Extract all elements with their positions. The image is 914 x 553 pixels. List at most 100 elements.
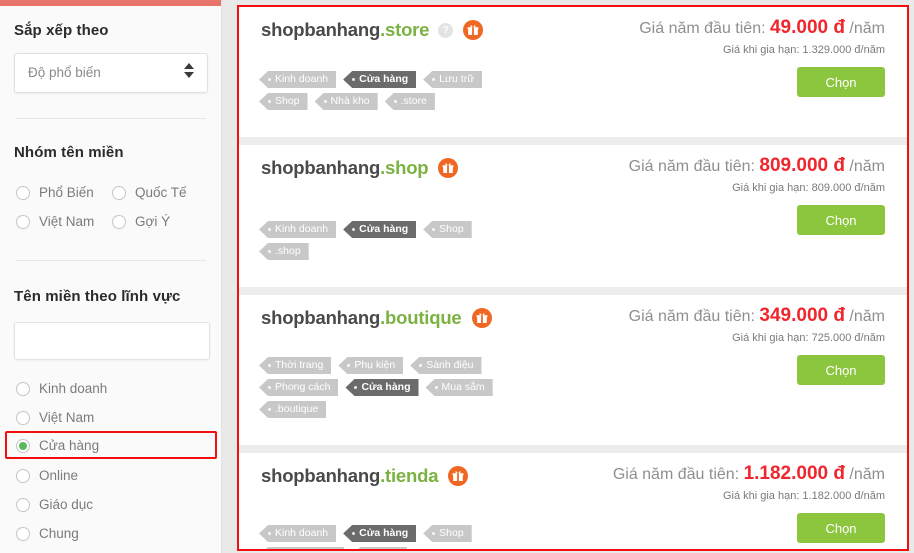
- first-year-price-amount: 349.000 đ: [759, 305, 845, 326]
- domain-tag-row: Shop Nhà kho .store: [259, 93, 489, 110]
- domain-tag-group: Kinh doanh Cửa hàng Shop .shop: [259, 221, 479, 265]
- gift-icon: [476, 313, 487, 323]
- domain-tag-active[interactable]: Cửa hàng: [343, 525, 417, 542]
- domain-result-card: shopbanhang .store? Kinh doanh Cửa hàng Lưu …: [239, 7, 907, 137]
- renewal-price: Giá khi gia hạn: 1.329.000 đ/năm: [722, 44, 885, 56]
- radio-circle[interactable]: [16, 468, 30, 483]
- group-radio-viet-nam[interactable]: Việt Nam: [16, 214, 94, 229]
- first-year-price-label: Giá năm đầu tiên:: [639, 20, 770, 37]
- domain-tag[interactable]: Sành điệu: [410, 357, 482, 374]
- radio-circle[interactable]: [16, 410, 30, 425]
- domain-result-card: shopbanhang .shop Kinh doanh Cửa hàng Shop .s…: [239, 145, 907, 287]
- gift-icon: [452, 471, 464, 481]
- field-radio-label: Chung: [39, 526, 79, 541]
- field-radio-label: Kinh doanh: [39, 381, 108, 396]
- sort-section-heading: Sắp xếp theo: [14, 22, 109, 39]
- price-block: Giá năm đầu tiên: 809.000 đ /năm Giá khi …: [629, 155, 885, 194]
- domain-tag-active[interactable]: Cửa hàng: [343, 71, 417, 88]
- gift-icon: [467, 25, 479, 35]
- domain-tag[interactable]: Thời trang: [259, 357, 332, 374]
- domain-tag[interactable]: Phụ kiện: [338, 357, 404, 374]
- field-radio-chung[interactable]: Chung: [16, 526, 79, 541]
- domain-tag[interactable]: Phong cách: [259, 379, 339, 396]
- domain-tag[interactable]: Kinh doanh: [259, 221, 337, 238]
- choose-domain-button[interactable]: Chọn: [797, 355, 885, 385]
- domain-tag[interactable]: .shop: [259, 243, 309, 260]
- field-radio-viet-nam[interactable]: Việt Nam: [16, 410, 94, 425]
- domain-sld: shopbanhang: [261, 465, 381, 486]
- group-section-heading: Nhóm tên miền: [14, 144, 124, 161]
- field-radio-label: Việt Nam: [39, 410, 95, 425]
- domain-tag[interactable]: .boutique: [259, 401, 327, 418]
- choose-domain-button[interactable]: Chọn: [797, 67, 885, 97]
- first-year-price-label: Giá năm đầu tiên:: [628, 158, 760, 175]
- price-per-suffix: /năm: [844, 308, 885, 325]
- domain-sld: shopbanhang: [261, 19, 381, 40]
- sidebar-top-accent-bar: [0, 0, 221, 6]
- gift-icon[interactable]: [448, 466, 469, 486]
- choose-domain-button[interactable]: Chọn: [797, 513, 885, 543]
- first-year-price: Giá năm đầu tiên: 809.000 đ /năm: [629, 155, 885, 177]
- first-year-price-amount: 49.000 đ: [769, 17, 845, 38]
- domain-tag-group: Kinh doanh Cửa hàng Shop Tây Ban Nha .tienda: [259, 525, 479, 549]
- field-radio-online[interactable]: Online: [16, 468, 78, 483]
- domain-tag[interactable]: Tây Ban Nha: [259, 547, 345, 549]
- sort-select-value: Độ phổ biến: [28, 65, 101, 80]
- domain-tag[interactable]: Mua sắm: [425, 379, 493, 396]
- gift-icon[interactable]: [438, 158, 459, 178]
- domain-tag[interactable]: Shop: [423, 525, 472, 542]
- domain-results-annotation-box: shopbanhang .store? Kinh doanh Cửa hàng Lưu …: [237, 5, 909, 551]
- domain-name-row: shopbanhang .boutique: [261, 307, 492, 329]
- domain-name-row: shopbanhang .store?: [261, 19, 484, 41]
- radio-circle[interactable]: [16, 214, 30, 229]
- sort-select[interactable]: Độ phổ biến: [14, 53, 208, 93]
- domain-tld: .tienda: [380, 465, 439, 486]
- help-circle-icon[interactable]: ?: [438, 22, 454, 38]
- radio-circle[interactable]: [112, 185, 126, 200]
- group-radio-label: Quốc Tế: [135, 185, 187, 200]
- field-radio-kinh-doanh[interactable]: Kinh doanh: [16, 381, 107, 396]
- price-block: Giá năm đầu tiên: 349.000 đ /năm Giá khi …: [629, 305, 885, 344]
- renewal-price: Giá khi gia hạn: 809.000 đ/năm: [732, 182, 885, 194]
- radio-circle[interactable]: [16, 497, 30, 512]
- field-search-box: [14, 322, 210, 360]
- group-radio-goi-y[interactable]: Gợi Ý: [112, 214, 170, 229]
- gift-icon[interactable]: [463, 20, 484, 40]
- field-search-input[interactable]: [15, 323, 209, 359]
- group-radio-pho-bien[interactable]: Phổ Biến: [16, 185, 94, 200]
- radio-circle[interactable]: [16, 526, 30, 541]
- field-radio-cua-hang[interactable]: Cửa hàng: [16, 438, 99, 453]
- gift-icon[interactable]: [471, 308, 492, 328]
- radio-circle[interactable]: [16, 185, 30, 200]
- choose-domain-button[interactable]: Chọn: [797, 205, 885, 235]
- updown-spinner-icon[interactable]: [183, 63, 195, 85]
- first-year-price-amount: 809.000 đ: [759, 155, 845, 176]
- first-year-price: Giá năm đầu tiên: 1.182.000 đ /năm: [613, 463, 885, 485]
- domain-tag[interactable]: Lưu trữ: [423, 71, 483, 88]
- domain-tag-active[interactable]: Cửa hàng: [343, 221, 417, 238]
- domain-result-card: shopbanhang .boutique Thời trang Phụ kiện Sà…: [239, 295, 907, 445]
- domain-tag[interactable]: Kinh doanh: [259, 525, 337, 542]
- domain-tag[interactable]: Shop: [259, 93, 308, 110]
- domain-tag-group: Thời trang Phụ kiện Sành điệu Phong cách Cửa…: [259, 357, 500, 423]
- domain-tag[interactable]: Shop: [423, 221, 472, 238]
- domain-tag[interactable]: Kinh doanh: [259, 71, 337, 88]
- group-radio-label: Phổ Biến: [39, 185, 94, 200]
- domain-tag[interactable]: .store: [384, 93, 435, 110]
- domain-tag-row: Kinh doanh Cửa hàng Lưu trữ: [259, 71, 489, 88]
- sidebar-divider: [16, 260, 206, 261]
- domain-tag-active[interactable]: Cửa hàng: [345, 379, 419, 396]
- domain-tag-row: Tây Ban Nha .tienda: [259, 547, 479, 549]
- radio-circle-selected[interactable]: [16, 438, 30, 453]
- domain-tag[interactable]: .tienda: [351, 547, 407, 549]
- domain-tag-row: Kinh doanh Cửa hàng Shop: [259, 525, 479, 542]
- radio-circle[interactable]: [112, 214, 126, 229]
- group-radio-label: Việt Nam: [39, 214, 95, 229]
- group-radio-quoc-te[interactable]: Quốc Tế: [112, 185, 187, 200]
- gift-icon: [443, 163, 454, 173]
- price-per-suffix: /năm: [844, 20, 885, 37]
- domain-tag[interactable]: Nhà kho: [314, 93, 378, 110]
- first-year-price-label: Giá năm đầu tiên:: [628, 308, 760, 325]
- radio-circle[interactable]: [16, 381, 30, 396]
- field-radio-giao-duc[interactable]: Giáo dục: [16, 497, 93, 512]
